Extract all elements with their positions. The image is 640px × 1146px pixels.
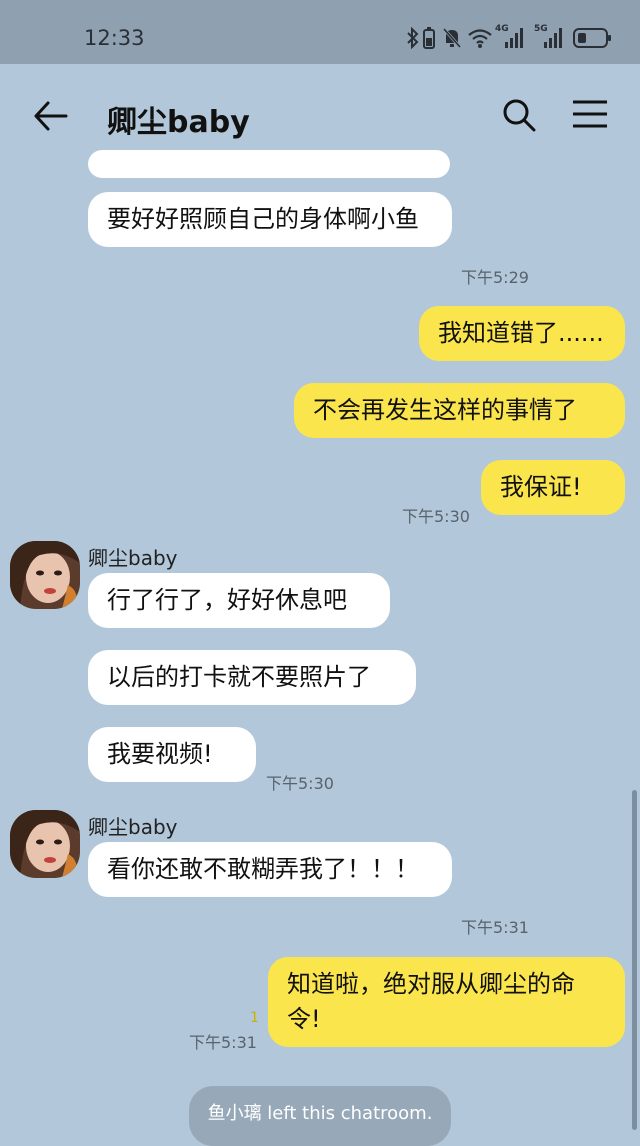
signal-5g-icon: 5G	[534, 24, 568, 50]
message-time: 下午5:31	[189, 1033, 257, 1052]
arrow-left-icon[interactable]	[30, 94, 74, 138]
signal-4g-icon: 4G	[495, 24, 529, 50]
system-notice: 鱼小璃 left this chatroom.	[189, 1086, 451, 1146]
wifi-icon	[468, 29, 492, 48]
status-bar: 12:33 4G 5G	[0, 0, 640, 64]
message-bubble-incoming[interactable]: 行了行了，好好休息吧	[88, 573, 390, 628]
chat-title: 卿尘baby	[107, 105, 250, 140]
message-bubble-incoming[interactable]: 看你还敢不敢糊弄我了！！！	[88, 842, 452, 897]
chat-header: 卿尘baby	[0, 64, 640, 164]
message-bubble-outgoing[interactable]: 知道啦，绝对服从卿尘的命令!	[268, 957, 625, 1047]
hamburger-menu-icon[interactable]	[570, 98, 610, 130]
sender-name: 卿尘baby	[88, 815, 178, 839]
message-bubble-partial[interactable]	[88, 150, 450, 178]
message-time: 下午5:31	[461, 918, 529, 937]
bluetooth-icon	[407, 27, 419, 49]
unread-count: 1	[250, 1010, 259, 1026]
scrollbar[interactable]	[632, 790, 637, 1130]
message-bubble-outgoing[interactable]: 我保证!	[481, 460, 625, 515]
message-bubble-incoming[interactable]: 我要视频!	[88, 727, 256, 782]
battery-saver-icon	[423, 27, 435, 49]
sender-name: 卿尘baby	[88, 546, 178, 570]
status-time: 12:33	[84, 26, 145, 50]
battery-icon	[573, 28, 611, 48]
message-bubble-incoming[interactable]: 要好好照顾自己的身体啊小鱼	[88, 192, 452, 247]
message-bubble-incoming[interactable]: 以后的打卡就不要照片了	[88, 650, 416, 705]
search-icon[interactable]	[500, 96, 538, 134]
message-time: 下午5:30	[402, 507, 470, 526]
avatar[interactable]	[10, 541, 80, 609]
message-bubble-outgoing[interactable]: 不会再发生这样的事情了	[294, 383, 625, 438]
mute-icon	[442, 28, 462, 48]
avatar[interactable]	[10, 810, 80, 878]
message-bubble-outgoing[interactable]: 我知道错了......	[419, 306, 625, 361]
message-time: 下午5:30	[266, 774, 334, 793]
message-time: 下午5:29	[461, 268, 529, 287]
